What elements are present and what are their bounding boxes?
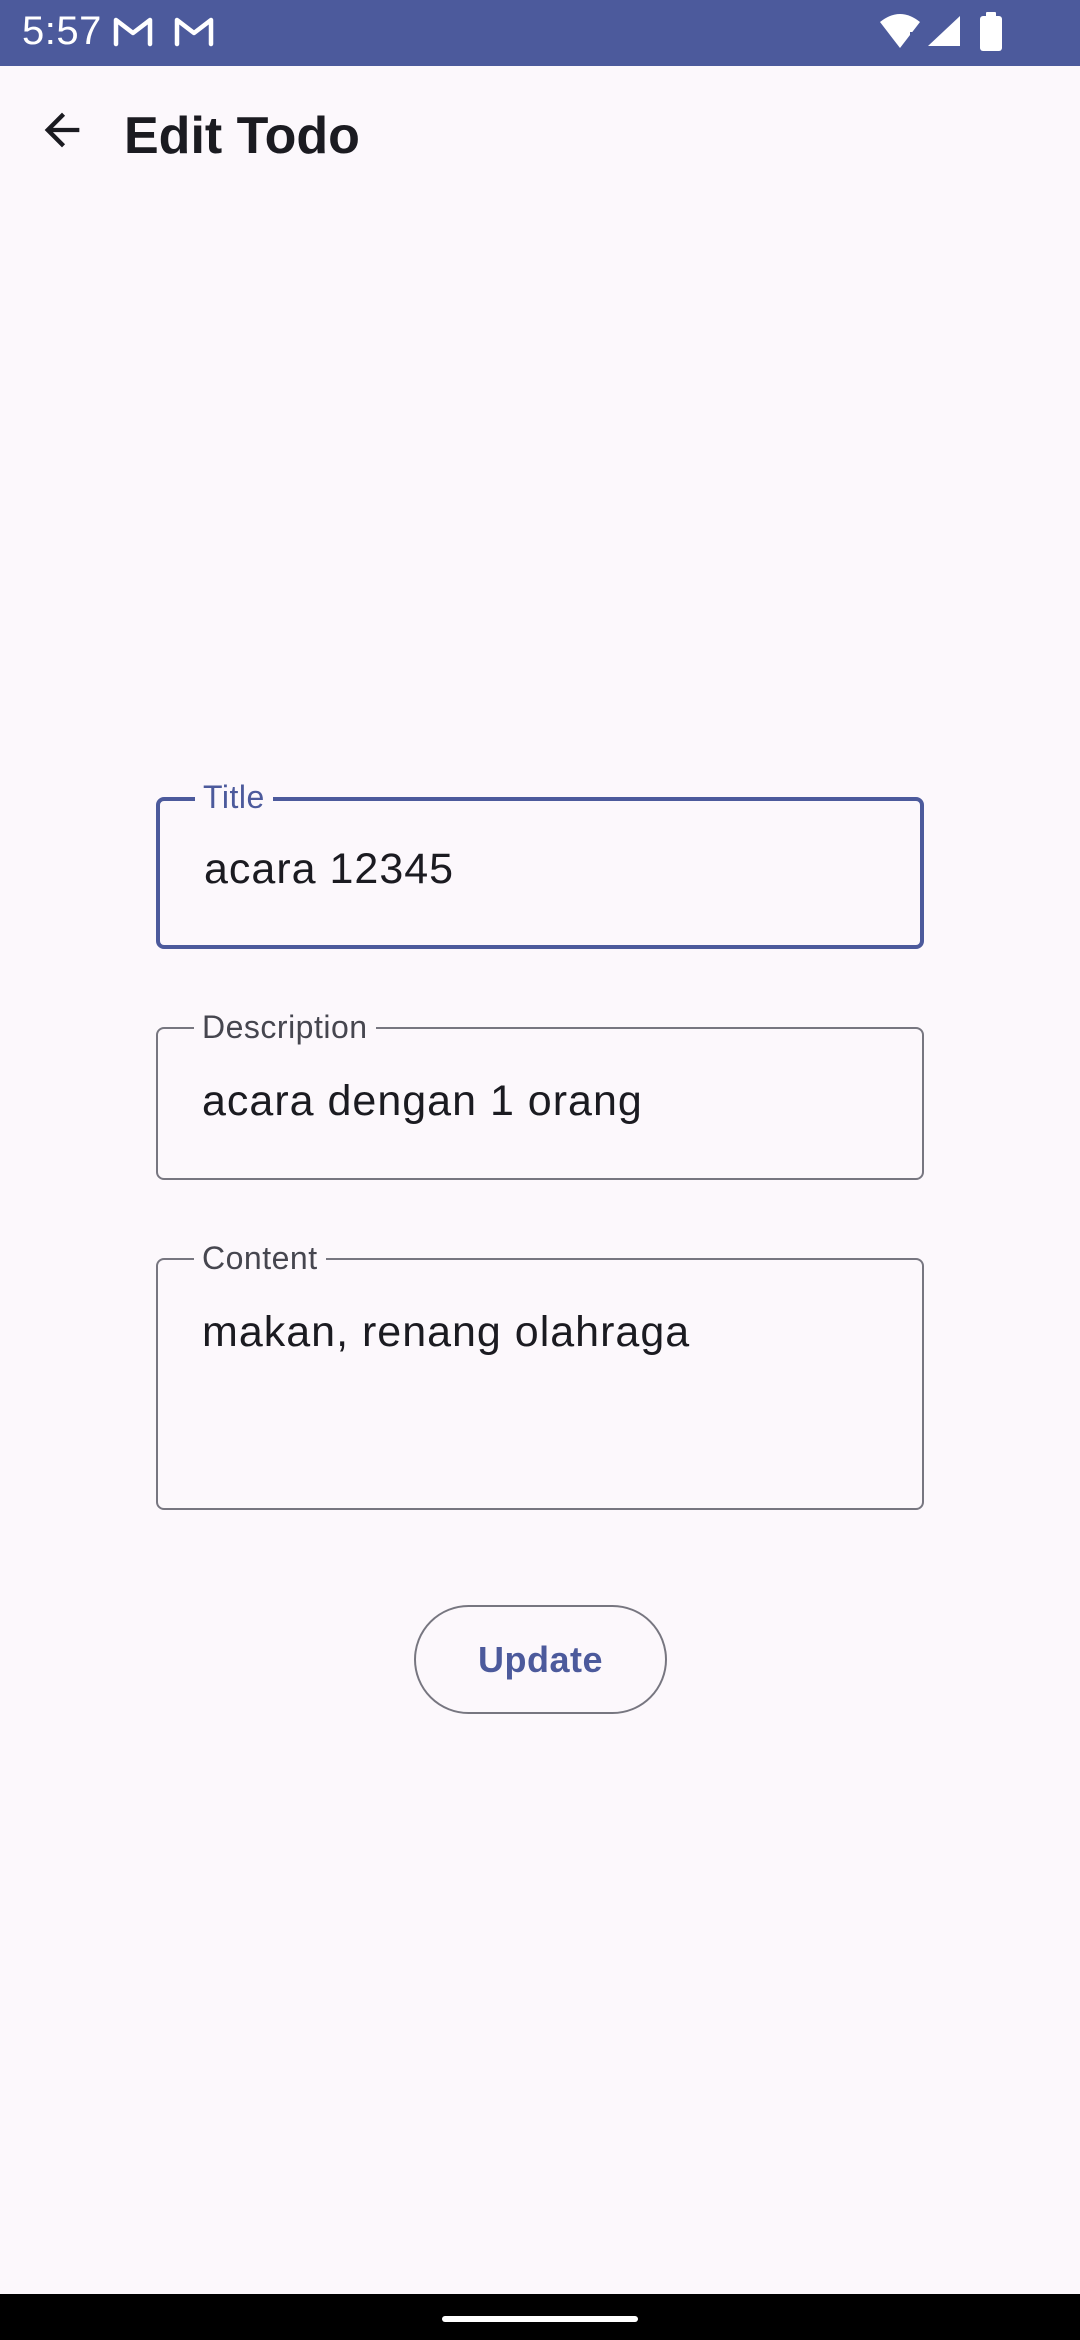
wifi-icon xyxy=(880,14,920,49)
description-field[interactable]: Description acara dengan 1 orang xyxy=(156,1009,924,1180)
gmail-icon xyxy=(113,17,153,47)
update-button-label: Update xyxy=(477,1638,603,1680)
title-field-label: Title xyxy=(195,779,273,815)
description-field-label: Description xyxy=(194,1009,376,1045)
home-gesture-handle[interactable] xyxy=(442,2316,638,2322)
title-field-value[interactable]: acara 12345 xyxy=(204,845,454,894)
status-bar: 5:57 xyxy=(0,0,1080,66)
back-button[interactable] xyxy=(22,90,102,170)
arrow-back-icon xyxy=(44,112,80,148)
content-field[interactable]: Content makan, renang olahraga xyxy=(156,1240,924,1510)
content-field-value[interactable]: makan, renang olahraga xyxy=(202,1308,690,1357)
edit-todo-screen: 5:57 Edit Todo Title acara 12345 Descrip… xyxy=(0,0,1080,2340)
battery-icon xyxy=(980,12,1002,51)
description-field-value[interactable]: acara dengan 1 orang xyxy=(202,1077,643,1126)
signal-icon xyxy=(928,16,960,46)
top-app-bar: Edit Todo xyxy=(0,66,1080,206)
status-time: 5:57 xyxy=(22,9,102,53)
gmail-icon xyxy=(174,17,214,47)
title-field[interactable]: Title acara 12345 xyxy=(156,779,924,949)
page-title: Edit Todo xyxy=(124,107,360,165)
navigation-bar xyxy=(0,2294,1080,2340)
update-button[interactable]: Update xyxy=(414,1605,667,1714)
content-field-label: Content xyxy=(194,1240,326,1276)
